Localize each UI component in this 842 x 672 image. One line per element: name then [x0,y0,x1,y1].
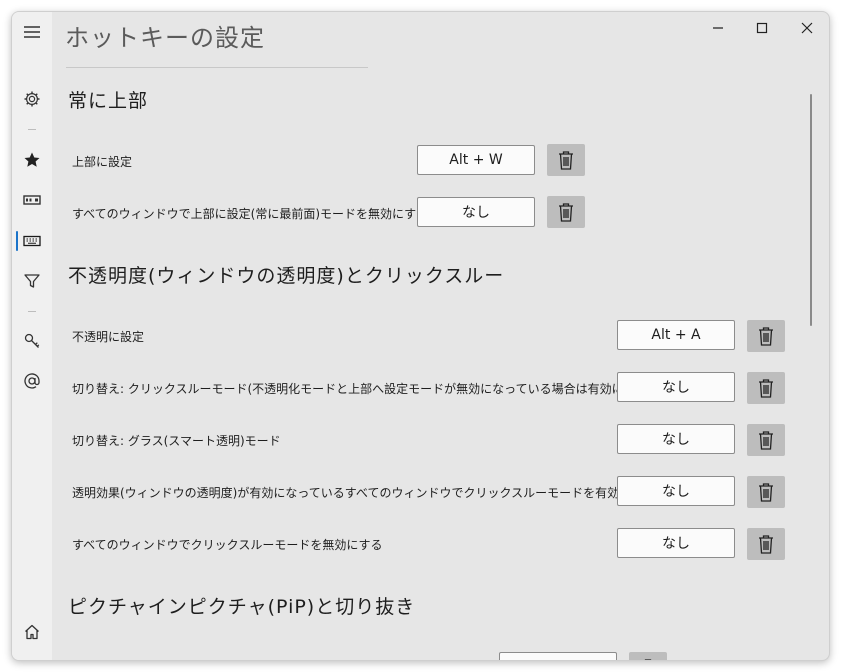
keyboard-icon[interactable] [20,231,44,251]
hotkey-field[interactable]: Alt + W [417,145,535,175]
hotkey-field[interactable]: なし [617,528,735,558]
trash-icon [559,203,573,222]
scrollbar-thumb[interactable] [810,94,812,326]
hotkey-field[interactable]: なし [617,476,735,506]
hotkey-label: 上部に設定 [72,155,133,169]
delete-hotkey-button[interactable] [747,320,785,352]
section-heading-opacity: 不透明度(ウィンドウの透明度)とクリックスルー [68,265,505,287]
close-button[interactable] [792,16,822,40]
maximize-icon [756,22,768,34]
filter-icon[interactable] [20,271,44,291]
trash-icon [759,379,773,398]
trash-icon [559,151,573,170]
title-divider [66,67,368,68]
active-indicator [16,231,18,251]
section-heading-always-on-top: 常に上部 [68,90,149,112]
trash-icon [759,431,773,450]
at-icon[interactable] [20,371,44,391]
hamburger-icon[interactable] [20,22,44,42]
hotkey-label: 透明効果(ウィンドウの透明度)が有効になっているすべてのウィンドウでクリックスル… [72,486,656,500]
sidebar [12,12,52,660]
delete-hotkey-button[interactable] [747,372,785,404]
gear-icon[interactable] [20,89,44,109]
delete-hotkey-button[interactable] [547,196,585,228]
minimize-button[interactable] [703,16,733,40]
app-window: ホットキーの設定 常に上部 上部に設定 Alt + W すべてのウィンドウで上部… [11,11,830,661]
star-icon[interactable] [20,150,44,170]
hotkey-label: すべてのウィンドウで上部に設定(常に最前面)モードを無効にする [72,207,429,221]
hotkey-field[interactable]: なし [417,197,535,227]
delete-hotkey-button[interactable] [629,652,667,660]
hotkey-label: 切り替え: クリックスルーモード(不透明化モードと上部へ設定モードが無効になって… [72,382,677,396]
delete-hotkey-button[interactable] [747,476,785,508]
hotkey-label: 不透明に設定 [72,330,145,344]
key-icon[interactable] [20,331,44,351]
trash-icon [759,327,773,346]
home-icon[interactable] [20,622,44,642]
hotkey-label: すべてのウィンドウでクリックスルーモードを無効にする [72,538,383,552]
trash-icon [644,659,652,660]
page-title: ホットキーの設定 [65,24,265,52]
section-heading-pip: ピクチャインピクチャ(PiP)と切り抜き [68,596,416,618]
trash-icon [759,535,773,554]
delete-hotkey-button[interactable] [547,144,585,176]
hotkey-label: 切り替え: グラス(スマート透明)モード [72,434,281,448]
close-icon [801,22,813,34]
sidebar-divider [28,129,36,130]
maximize-button[interactable] [747,16,777,40]
hotkey-field[interactable]: なし [617,372,735,402]
trash-icon [759,483,773,502]
delete-hotkey-button[interactable] [747,424,785,456]
hotkey-field[interactable]: なし [617,424,735,454]
titlebar-icon[interactable] [20,190,44,210]
delete-hotkey-button[interactable] [747,528,785,560]
hotkey-field[interactable]: Alt + A [617,320,735,350]
minimize-icon [713,27,723,29]
sidebar-divider [28,311,36,312]
hotkey-field[interactable] [499,652,617,660]
